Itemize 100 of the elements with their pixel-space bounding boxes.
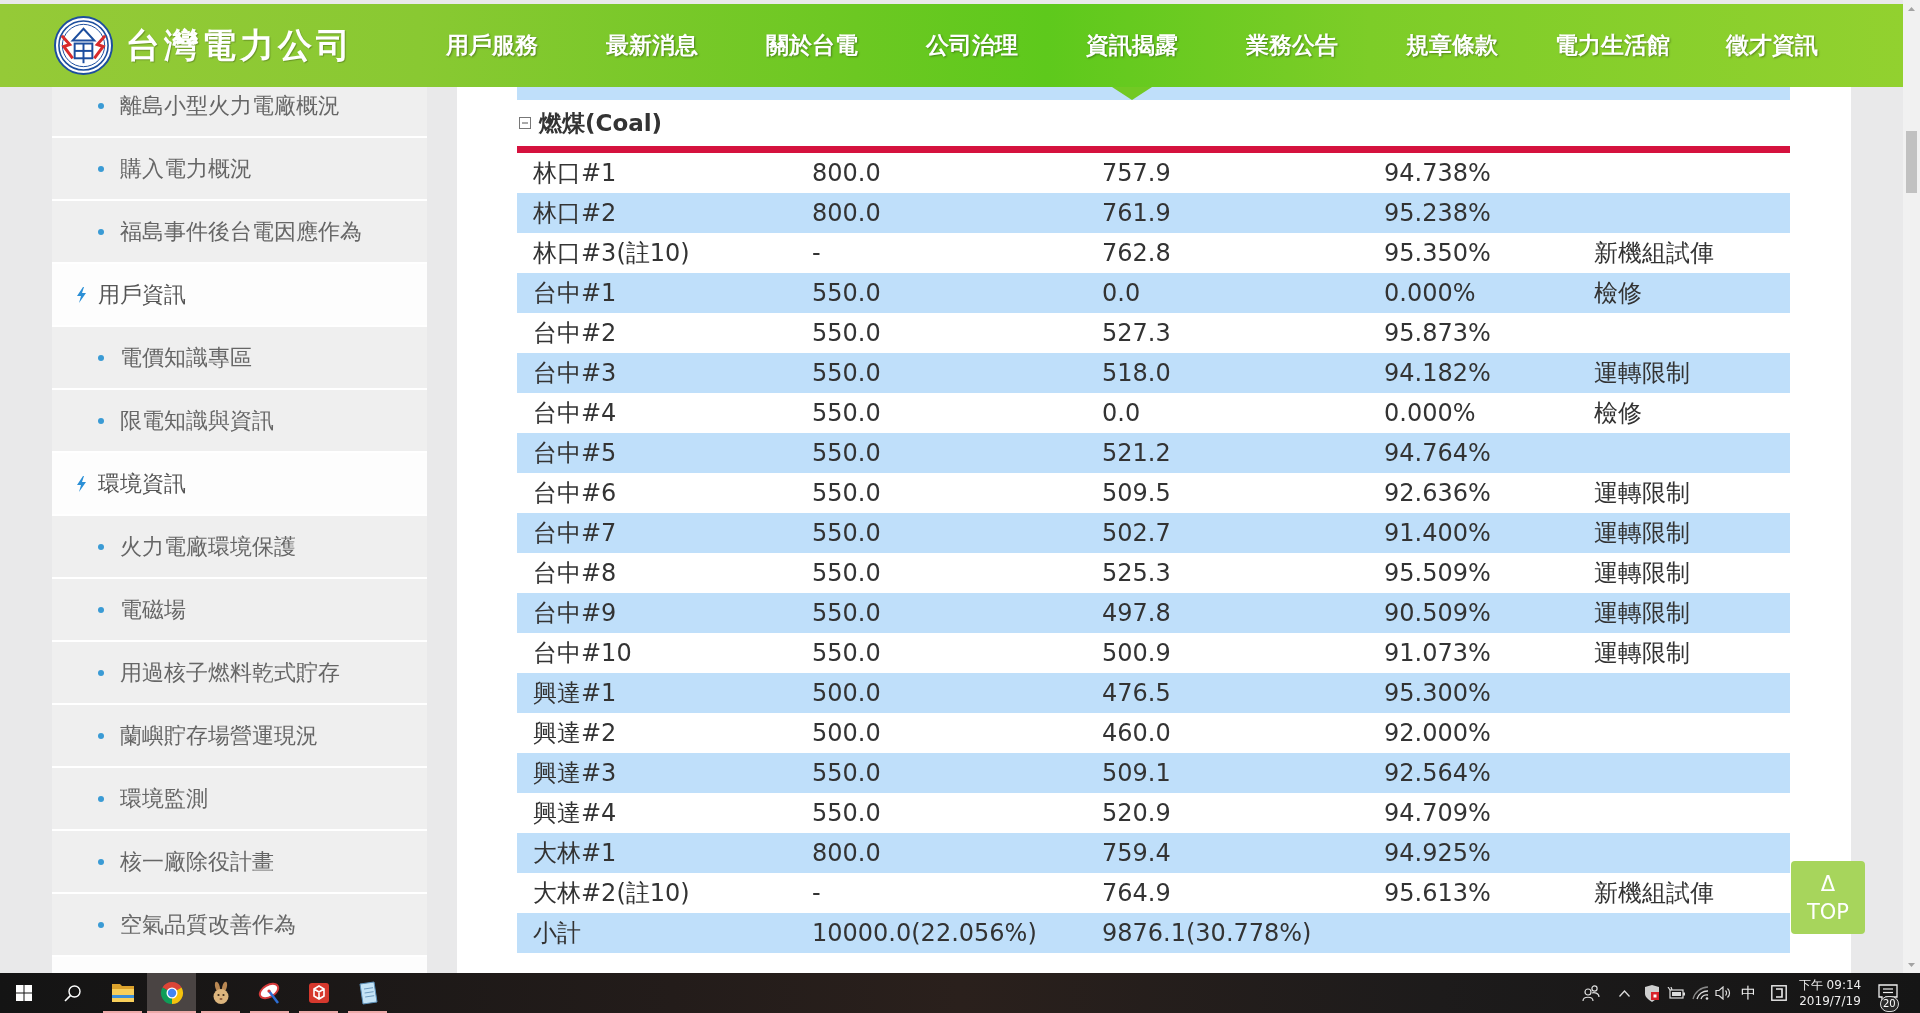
scrollbar-thumb[interactable] xyxy=(1906,131,1917,193)
sidebar-item[interactable]: 環境資訊 xyxy=(52,453,427,516)
sidebar-item[interactable]: 購入電力概況 xyxy=(52,138,427,201)
table-cell-text: 500.0 xyxy=(811,678,882,709)
table-cell-text: 興達#2 xyxy=(532,718,618,749)
table-cell-text: 757.9 xyxy=(1101,158,1172,189)
sidebar-item[interactable]: 電價知識專區 xyxy=(52,327,427,390)
table-cell-text: 500.0 xyxy=(811,718,882,749)
table-cell-text: 0.000% xyxy=(1383,278,1477,309)
table-cell-text: 台中#10 xyxy=(532,638,633,669)
table-cell-text: 550.0 xyxy=(811,558,882,589)
wifi-icon[interactable] xyxy=(1691,986,1709,1000)
bullet-icon xyxy=(98,732,104,739)
table-cell-text: 林口#2 xyxy=(532,198,618,229)
table-cell-text: 800.0 xyxy=(811,158,882,189)
table-cell-text: 10000.0(22.056%) xyxy=(811,918,1038,949)
taskbar-date[interactable]: 2019/7/19 xyxy=(1799,993,1861,1009)
sidebar-item[interactable]: 蘭嶼貯存場營運現況 xyxy=(52,705,427,768)
table-cell-text: 550.0 xyxy=(811,598,882,629)
table-cell-text: 台中#1 xyxy=(532,278,618,309)
table-cell-text: 550.0 xyxy=(811,358,882,389)
table-cell-text: 0.000% xyxy=(1383,398,1477,429)
input-language-indicator[interactable]: 中 xyxy=(1741,984,1756,1002)
table-cell-text: 95.873% xyxy=(1383,318,1492,349)
table-cell-text: 527.3 xyxy=(1101,318,1172,349)
down-arrow-icon xyxy=(1908,962,1915,967)
bullet-icon xyxy=(98,417,104,424)
table-cell-text: 台中#3 xyxy=(532,358,618,389)
table-cell-text: 94.738% xyxy=(1383,158,1492,189)
table-cell-text: 525.3 xyxy=(1101,558,1172,589)
logo-icon xyxy=(54,16,113,75)
table-cell-text: 95.300% xyxy=(1383,678,1492,709)
bullet-icon xyxy=(98,102,104,109)
sidebar-item[interactable]: 用過核子燃料乾式貯存 xyxy=(52,642,427,705)
table-cell-text: 林口#1 xyxy=(532,158,618,189)
table-cell-text: 0.0 xyxy=(1101,398,1142,429)
table-cell-text: 94.709% xyxy=(1383,798,1492,829)
sidebar-item[interactable]: 火力電廠環境保護 xyxy=(52,516,427,579)
sidebar-item[interactable]: 電磁場 xyxy=(52,579,427,642)
table-cell-text: 550.0 xyxy=(811,478,882,509)
table-cell-text: - xyxy=(811,238,822,269)
sidebar-item[interactable]: 核一廠除役計畫 xyxy=(52,831,427,894)
sidebar-item[interactable]: 用戶資訊 xyxy=(52,264,427,327)
table-cell-text: 林口#3(註10) xyxy=(532,238,691,269)
lightning-icon xyxy=(77,286,86,303)
minus-box-icon[interactable] xyxy=(519,117,531,129)
table-cell-text: 小計 xyxy=(532,918,582,949)
table-cell-text: 550.0 xyxy=(811,318,882,349)
table-cell-text: 新機組試俥 xyxy=(1593,878,1715,909)
table-cell-text: 91.400% xyxy=(1383,518,1492,549)
table-cell-text: 764.9 xyxy=(1101,878,1172,909)
volume-icon[interactable] xyxy=(1715,986,1732,1000)
bullet-icon xyxy=(98,354,104,361)
sidebar-item[interactable]: 離島小型火力電廠概況 xyxy=(52,87,427,138)
bullet-icon xyxy=(98,858,104,865)
table-cell-text: 台中#9 xyxy=(532,598,618,629)
table-cell-text: 台中#8 xyxy=(532,558,618,589)
cube-icon xyxy=(307,982,330,1004)
folder-icon xyxy=(110,983,135,1003)
sidebar-item[interactable]: 環境監測 xyxy=(52,768,427,831)
table-cell-text: 800.0 xyxy=(811,198,882,229)
shield-icon[interactable] xyxy=(1643,984,1660,1002)
table-cell-text: 500.9 xyxy=(1101,638,1172,669)
table-cell-text: 92.000% xyxy=(1383,718,1492,749)
caret-up-icon[interactable] xyxy=(1619,989,1630,997)
taskbar-button[interactable] xyxy=(147,973,196,1013)
sidebar-item[interactable]: 限電知識與資訊 xyxy=(52,390,427,453)
table-cell-text: 550.0 xyxy=(811,798,882,829)
table-cell-text: 497.8 xyxy=(1101,598,1172,629)
sidebar-item[interactable]: 空氣品質改善作為 xyxy=(52,894,427,957)
table-cell-text: 759.4 xyxy=(1101,838,1172,869)
table-cell-text: 新機組試俥 xyxy=(1593,238,1715,269)
bullet-icon xyxy=(98,606,104,613)
table-cell-text: 509.5 xyxy=(1101,478,1172,509)
sidebar-item[interactable]: 福島事件後台電因應作為 xyxy=(52,201,427,264)
table-cell-text: 94.925% xyxy=(1383,838,1492,869)
table-cell-text: 92.564% xyxy=(1383,758,1492,789)
table-cell-text: 550.0 xyxy=(811,278,882,309)
table-cell-text: 94.182% xyxy=(1383,358,1492,389)
windows-logo-icon xyxy=(16,985,32,1001)
table-cell-text: 9876.1(30.778%) xyxy=(1101,918,1313,949)
input-mode-icon[interactable] xyxy=(1770,985,1787,1001)
tricolor-circle-icon xyxy=(159,981,184,1005)
table-cell-text: 91.073% xyxy=(1383,638,1492,669)
table-cell-text: 95.613% xyxy=(1383,878,1492,909)
taskbar-time[interactable]: 下午 09:14 xyxy=(1798,977,1862,993)
table-cell-text: 520.9 xyxy=(1101,798,1172,829)
table-cell-text: 550.0 xyxy=(811,398,882,429)
people-icon[interactable] xyxy=(1581,985,1600,1001)
table-cell-text: 運轉限制 xyxy=(1593,518,1691,549)
table-cell-text: 476.5 xyxy=(1101,678,1172,709)
table-cell-text: 90.509% xyxy=(1383,598,1492,629)
battery-icon[interactable] xyxy=(1666,987,1685,999)
table-cell-text: 運轉限制 xyxy=(1593,638,1691,669)
table-cell-text: 95.509% xyxy=(1383,558,1492,589)
table-cell-text: 550.0 xyxy=(811,518,882,549)
table-cell-text: 95.350% xyxy=(1383,238,1492,269)
table-cell-text: 台中#2 xyxy=(532,318,618,349)
table-cell-text: 台中#6 xyxy=(532,478,618,509)
table-cell-text: 502.7 xyxy=(1101,518,1172,549)
